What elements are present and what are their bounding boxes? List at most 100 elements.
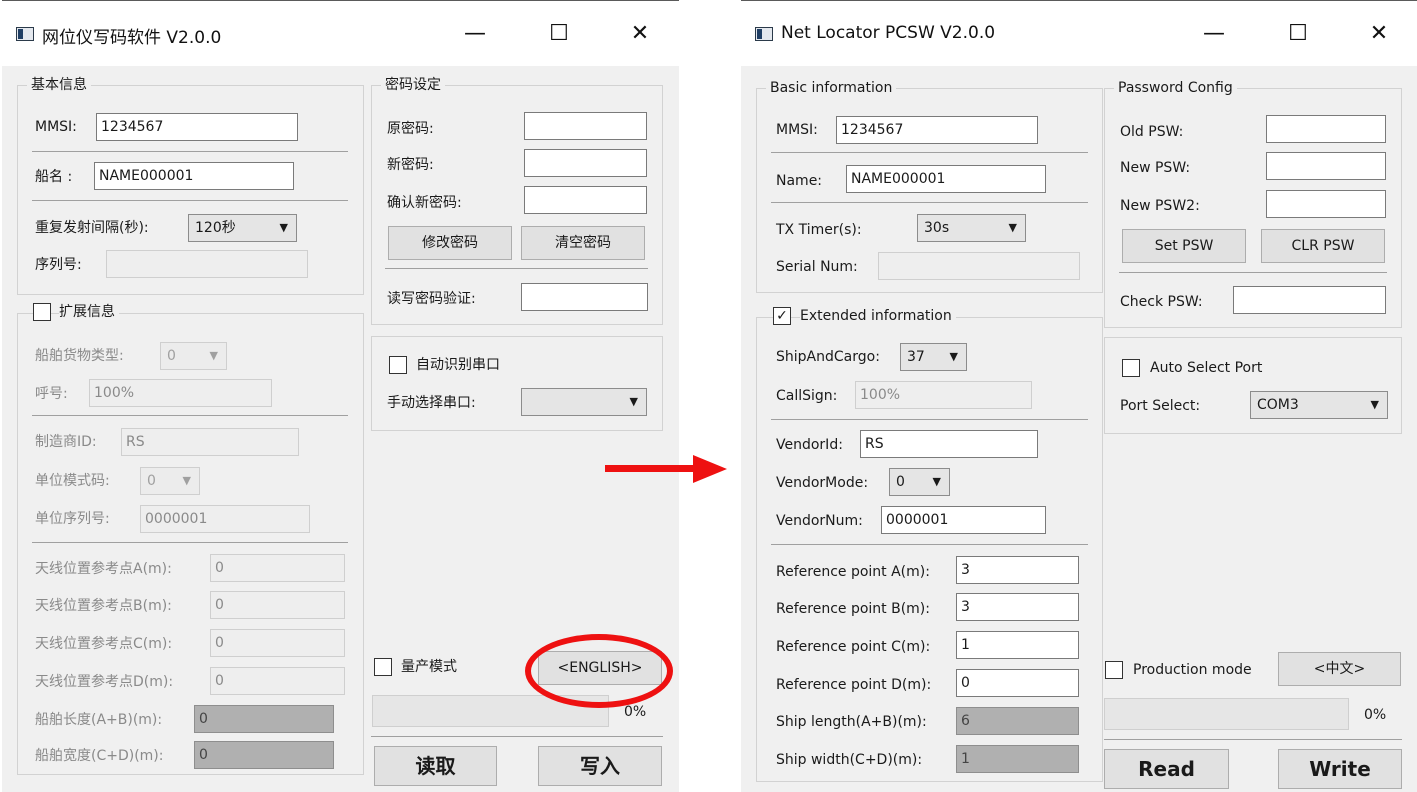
- close-button[interactable]: ✕: [1359, 19, 1399, 49]
- vendor-mode-value: 0: [147, 473, 156, 489]
- ship-name-input[interactable]: NAME000001: [94, 162, 294, 190]
- ref-d-label: Reference point D(m):: [776, 677, 932, 693]
- minimize-button[interactable]: —: [1194, 19, 1234, 49]
- extended-info-checkbox[interactable]: [33, 303, 51, 321]
- maximize-button[interactable]: ☐: [539, 19, 579, 49]
- mmsi-label: MMSI:: [35, 119, 77, 135]
- clear-password-button[interactable]: CLR PSW: [1261, 229, 1385, 263]
- write-button[interactable]: Write: [1278, 749, 1402, 789]
- new-password-input[interactable]: [1266, 152, 1386, 180]
- divider: [771, 152, 1088, 153]
- write-button[interactable]: 写入: [538, 746, 662, 786]
- minimize-button[interactable]: —: [455, 19, 495, 49]
- clear-password-button[interactable]: 清空密码: [521, 226, 645, 260]
- ref-b-label: 天线位置参考点B(m):: [35, 598, 172, 614]
- close-button[interactable]: ✕: [620, 19, 660, 49]
- auto-port-checkbox[interactable]: [1122, 359, 1140, 377]
- chevron-down-icon: ▼: [1008, 221, 1017, 234]
- width-input: 1: [956, 745, 1079, 773]
- ref-a-input[interactable]: 3: [956, 556, 1079, 584]
- divider: [32, 200, 348, 201]
- check-password-input[interactable]: [1233, 286, 1386, 314]
- read-button[interactable]: 读取: [374, 746, 497, 786]
- port-select[interactable]: ▼: [521, 388, 647, 416]
- vendor-mode-select[interactable]: 0 ▼: [889, 468, 950, 496]
- password-title: 密码设定: [381, 76, 445, 94]
- mmsi-label: MMSI:: [776, 122, 818, 138]
- check-password-label: 读写密码验证:: [387, 291, 476, 307]
- progress-percent: 0%: [1364, 707, 1387, 723]
- ref-c-input: 0: [210, 629, 345, 657]
- check-password-input[interactable]: [521, 283, 648, 311]
- callsign-label: 呼号:: [35, 386, 68, 402]
- divider: [385, 268, 648, 269]
- old-password-label: Old PSW:: [1120, 124, 1184, 140]
- vendor-num-input[interactable]: 0000001: [881, 506, 1046, 534]
- chevron-down-icon: ▼: [629, 395, 638, 408]
- production-mode-checkbox[interactable]: [1105, 661, 1123, 679]
- confirm-password-label: New PSW2:: [1120, 198, 1200, 214]
- ref-b-label: Reference point B(m):: [776, 601, 930, 617]
- confirm-password-input[interactable]: [1266, 190, 1386, 218]
- cargo-label: 船舶货物类型:: [35, 348, 124, 364]
- divider: [371, 736, 663, 737]
- extended-info-title: 扩展信息: [59, 301, 119, 323]
- chevron-down-icon: ▼: [209, 349, 218, 362]
- serial-input: [106, 250, 308, 278]
- cargo-select[interactable]: 37 ▼: [900, 343, 967, 371]
- length-input: 0: [194, 705, 334, 733]
- mmsi-input[interactable]: 1234567: [836, 116, 1038, 144]
- old-password-input[interactable]: [1266, 115, 1386, 143]
- width-label: 船舶宽度(C+D)(m):: [35, 748, 164, 764]
- tx-timer-select[interactable]: 120秒 ▼: [188, 214, 297, 242]
- read-button[interactable]: Read: [1104, 749, 1229, 789]
- language-button[interactable]: <中文>: [1278, 652, 1401, 686]
- red-arrow-head: [693, 455, 727, 483]
- vendor-id-label: 制造商ID:: [35, 434, 97, 450]
- ship-name-input[interactable]: NAME000001: [846, 165, 1046, 193]
- production-mode-label: 量产模式: [401, 659, 457, 675]
- basic-info-title: 基本信息: [27, 76, 91, 94]
- confirm-password-input[interactable]: [524, 186, 647, 214]
- tx-timer-value: 120秒: [195, 220, 236, 236]
- production-mode-checkbox[interactable]: [374, 658, 392, 676]
- check-password-label: Check PSW:: [1120, 294, 1203, 310]
- serial-input: [878, 252, 1080, 280]
- callsign-input: 100%: [855, 381, 1032, 409]
- width-input: 0: [194, 741, 334, 769]
- auto-port-label: 自动识别串口: [416, 357, 500, 373]
- chevron-down-icon: ▼: [949, 350, 958, 363]
- port-select[interactable]: COM3 ▼: [1250, 391, 1388, 419]
- ref-c-input[interactable]: 1: [956, 631, 1079, 659]
- basic-info-title: Basic information: [766, 79, 897, 97]
- new-password-input[interactable]: [524, 149, 647, 177]
- tx-timer-label: 重复发射间隔(秒):: [35, 220, 149, 236]
- set-password-button[interactable]: Set PSW: [1122, 229, 1246, 263]
- cargo-select: 0 ▼: [160, 342, 227, 370]
- extended-info-checkbox[interactable]: ✓: [773, 307, 791, 325]
- highlight-ring: [525, 634, 673, 708]
- port-group: [1104, 337, 1402, 434]
- mmsi-input[interactable]: 1234567: [96, 113, 298, 141]
- length-input: 6: [956, 707, 1079, 735]
- old-password-input[interactable]: [524, 112, 647, 140]
- ref-b-input: 0: [210, 591, 345, 619]
- password-title: Password Config: [1114, 79, 1237, 97]
- ref-b-input[interactable]: 3: [956, 593, 1079, 621]
- ref-d-input[interactable]: 0: [956, 669, 1079, 697]
- set-password-button[interactable]: 修改密码: [388, 226, 512, 260]
- port-group: [371, 336, 663, 431]
- ref-d-label: 天线位置参考点D(m):: [35, 674, 174, 690]
- chevron-down-icon: ▼: [1370, 398, 1379, 411]
- divider: [32, 542, 348, 543]
- tx-timer-select[interactable]: 30s ▼: [917, 214, 1026, 242]
- divider: [771, 202, 1088, 203]
- vendor-id-input[interactable]: RS: [860, 430, 1038, 458]
- ref-d-input: 0: [210, 667, 345, 695]
- cargo-value: 37: [907, 349, 925, 365]
- auto-port-checkbox[interactable]: [389, 356, 407, 374]
- window-title: 网位仪写码软件 V2.0.0: [42, 28, 222, 48]
- production-mode-label: Production mode: [1133, 662, 1252, 678]
- window-english: Net Locator PCSW V2.0.0 — ☐ ✕ Basic info…: [741, 0, 1417, 792]
- maximize-button[interactable]: ☐: [1278, 19, 1318, 49]
